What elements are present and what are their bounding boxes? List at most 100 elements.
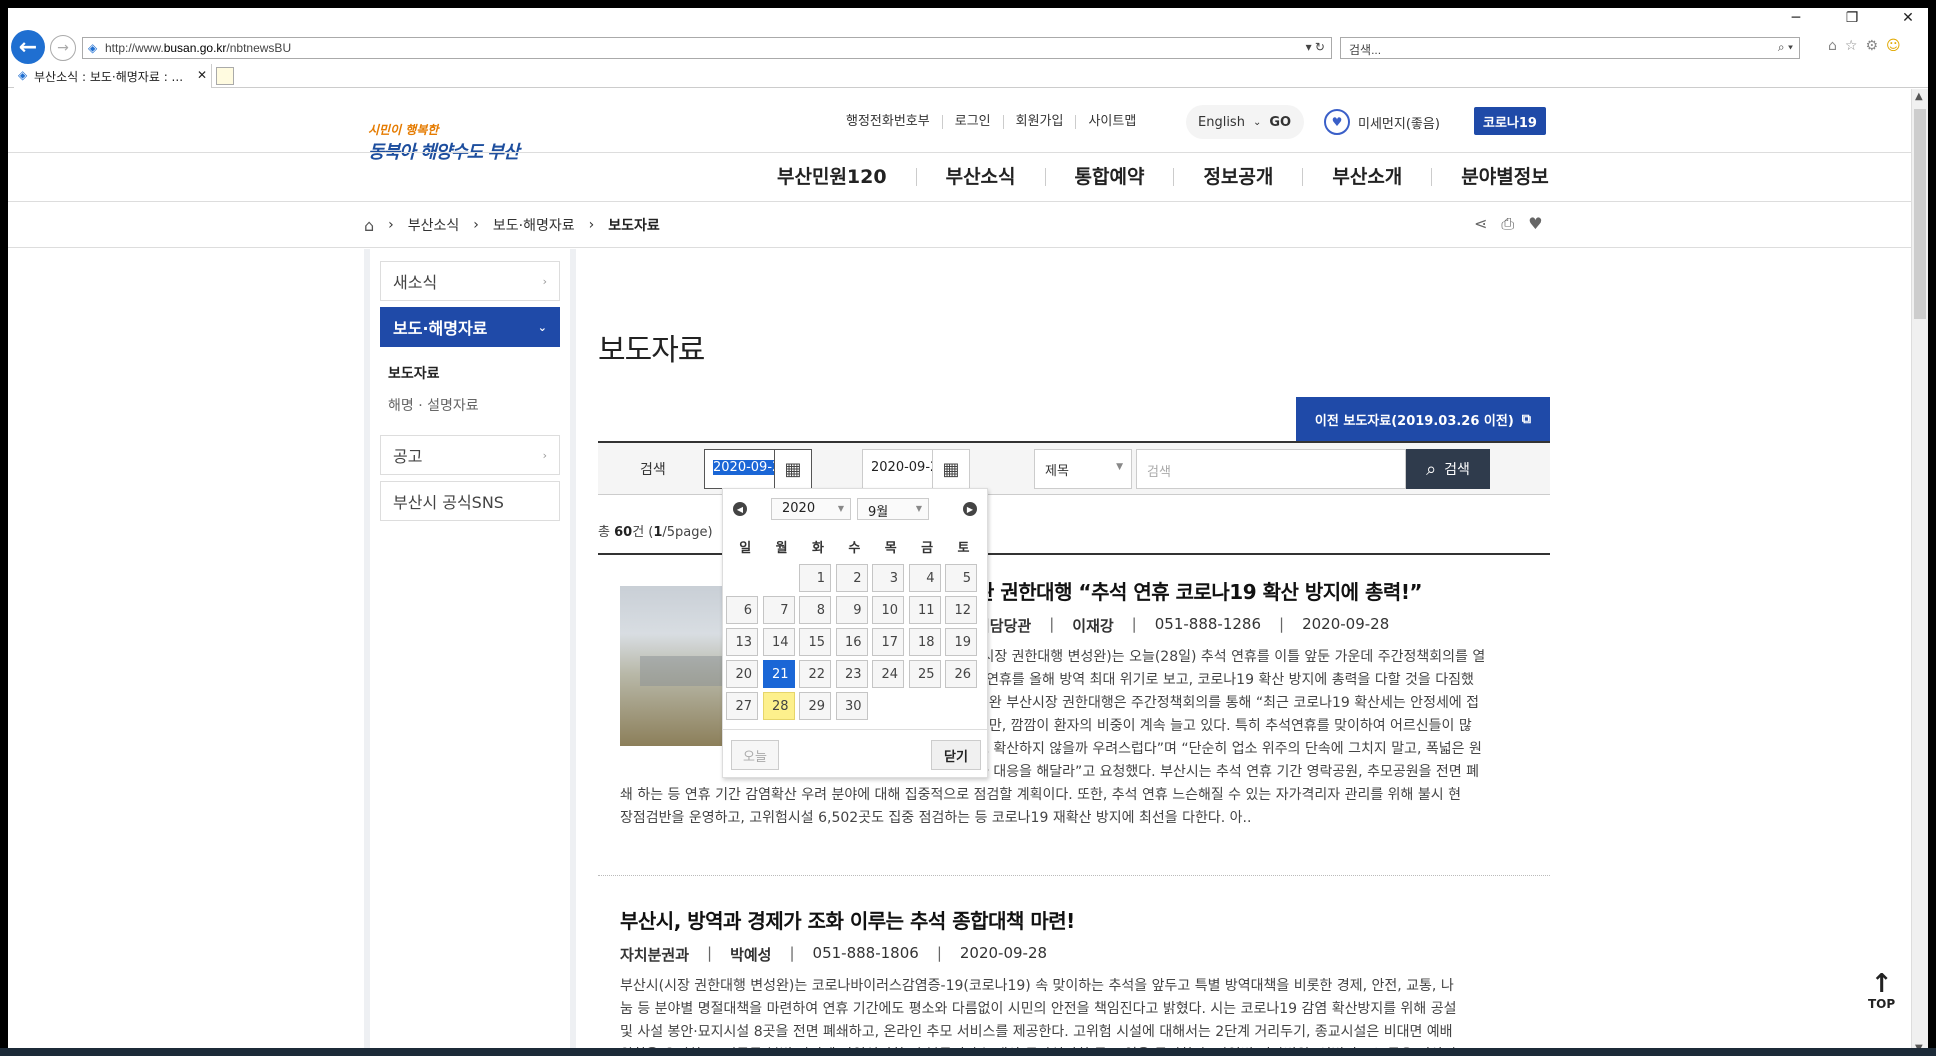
- article-title[interactable]: 부산시, 방역과 경제가 조화 이루는 추석 종합대책 마련!: [620, 905, 1550, 934]
- day-cell[interactable]: 17: [872, 628, 904, 656]
- day-cell[interactable]: 27: [726, 692, 758, 720]
- day-cell[interactable]: 15: [799, 628, 831, 656]
- util-login-link[interactable]: 로그인: [943, 115, 1004, 129]
- lnb-sub-press[interactable]: 보도자료: [380, 353, 560, 389]
- tab-close-icon[interactable]: ✕: [197, 68, 207, 82]
- print-icon[interactable]: ⎙: [1501, 214, 1514, 234]
- day-cell[interactable]: 4: [908, 564, 941, 592]
- day-cell[interactable]: 14: [762, 628, 795, 656]
- browser-search-field[interactable]: 검색... ⌕ ▾: [1340, 37, 1800, 59]
- next-month-icon[interactable]: ▶: [963, 502, 977, 516]
- search-icon[interactable]: ⌕ ▾: [1778, 40, 1793, 55]
- smiley-feedback-icon[interactable]: ☺: [1886, 38, 1901, 54]
- util-join-link[interactable]: 회원가입: [1004, 115, 1077, 129]
- calendar-icon[interactable]: ▦: [774, 449, 812, 489]
- tab-favicon-icon: ◈: [18, 68, 28, 82]
- lnb-notice[interactable]: 공고 ›: [380, 435, 560, 475]
- day-cell[interactable]: 29: [799, 692, 831, 720]
- lnb-sub-explain[interactable]: 해명 · 설명자료: [380, 389, 560, 421]
- lnb-press-group-label: 보도·해명자료: [393, 319, 488, 338]
- prev-month-icon[interactable]: ◀: [733, 502, 747, 516]
- new-tab-button[interactable]: [216, 67, 234, 85]
- article-title[interactable]: 완 권한대행 “추석 연휴 코로나19 확산 방지에 총력!”: [976, 576, 1550, 605]
- search-button[interactable]: ⌕ 검색: [1406, 449, 1490, 489]
- old-press-button[interactable]: 이전 보도자료(2019.03.26 이전) ⧉: [1296, 397, 1550, 441]
- scroll-up-icon[interactable]: ▲: [1915, 91, 1923, 102]
- home-icon[interactable]: ⌂: [1828, 38, 1837, 54]
- day-cell[interactable]: 10: [872, 596, 904, 624]
- close-button[interactable]: 닫기: [931, 740, 981, 770]
- arrow-up-icon: ↑: [1870, 969, 1893, 999]
- year-select[interactable]: 2020 ▼: [771, 498, 851, 520]
- day-cell[interactable]: 19: [945, 628, 977, 656]
- home-icon[interactable]: ⌂: [364, 216, 374, 235]
- day-cell[interactable]: 20: [726, 660, 758, 688]
- day-cell[interactable]: 2: [835, 564, 868, 592]
- fine-dust-status[interactable]: ♥ 미세먼지(좋음): [1324, 109, 1440, 135]
- favorites-star-icon[interactable]: ☆: [1845, 38, 1858, 54]
- day-cell[interactable]: 6: [726, 596, 758, 624]
- gnb-about-busan[interactable]: 부산소개: [1303, 168, 1433, 187]
- article-meta: 획담당관 | 이재강 | 051-888-1286 | 2020-09-28: [976, 615, 1390, 635]
- day-cell[interactable]: 28: [762, 692, 795, 720]
- gnb-civil-120[interactable]: 부산민원120: [748, 168, 917, 187]
- util-phonebook-link[interactable]: 행정전화번호부: [834, 115, 943, 129]
- day-cell[interactable]: 5: [945, 564, 977, 592]
- day-cell[interactable]: 7: [762, 596, 795, 624]
- lnb-news[interactable]: 새소식 ›: [380, 261, 560, 301]
- minimize-icon[interactable]: ─: [1786, 10, 1806, 26]
- day-cell[interactable]: 26: [945, 660, 977, 688]
- gnb-field-info[interactable]: 분야별정보: [1432, 168, 1577, 187]
- page-scrollbar[interactable]: ▲▼: [1911, 89, 1928, 1056]
- forward-button[interactable]: →: [50, 35, 76, 61]
- article-meta: 자치분권과 | 박예성 | 051-888-1806 | 2020-09-28: [620, 944, 1048, 964]
- day-cell[interactable]: 3: [872, 564, 904, 592]
- day-cell[interactable]: 30: [835, 692, 868, 720]
- breadcrumb-press-group[interactable]: 보도·해명자료: [493, 215, 575, 235]
- browser-tab[interactable]: ◈ 부산소식 : 보도·해명자료 : ... ✕: [14, 64, 212, 88]
- gnb-info-disclosure[interactable]: 정보공개: [1174, 168, 1304, 187]
- month-value: 9월: [868, 505, 889, 520]
- covid19-button[interactable]: 코로나19: [1474, 107, 1546, 135]
- gnb-busan-news[interactable]: 부산소식: [917, 168, 1046, 187]
- share-icon[interactable]: ⋖: [1474, 214, 1487, 234]
- lnb-press-group[interactable]: 보도·해명자료 ⌄: [380, 307, 560, 347]
- language-select[interactable]: English ⌄ GO: [1186, 105, 1304, 139]
- day-cell[interactable]: 24: [872, 660, 904, 688]
- settings-gear-icon[interactable]: ⚙: [1865, 38, 1878, 54]
- day-cell[interactable]: 12: [945, 596, 977, 624]
- refresh-icon[interactable]: ▾ ↻: [1306, 40, 1325, 54]
- scroll-thumb[interactable]: [1914, 109, 1926, 319]
- calendar-icon[interactable]: ▦: [932, 449, 970, 489]
- month-select[interactable]: 9월 ▼: [857, 498, 929, 520]
- day-cell[interactable]: 8: [799, 596, 831, 624]
- day-cell[interactable]: 9: [835, 596, 868, 624]
- article-person: 이재강: [1072, 617, 1114, 635]
- lnb-sns[interactable]: 부산시 공식SNS: [380, 481, 560, 521]
- day-cell[interactable]: 16: [835, 628, 868, 656]
- maximize-icon[interactable]: ❐: [1842, 10, 1862, 26]
- day-cell[interactable]: 25: [908, 660, 941, 688]
- day-cell[interactable]: 22: [799, 660, 831, 688]
- day-cell[interactable]: 11: [908, 596, 941, 624]
- keyword-input[interactable]: 검색: [1136, 449, 1406, 489]
- search-field-select[interactable]: 제목 ▼: [1034, 449, 1132, 489]
- day-cell[interactable]: 18: [908, 628, 941, 656]
- day-cell[interactable]: 21: [762, 660, 795, 688]
- external-link-icon: ⧉: [1521, 411, 1532, 427]
- address-bar-area: ─ ❐ ✕ ← → ◈ http://www.busan.go.kr/nbtne…: [8, 8, 1928, 64]
- util-sitemap-link[interactable]: 사이트맵: [1076, 115, 1148, 129]
- today-button[interactable]: 오늘: [731, 740, 779, 770]
- breadcrumb-news[interactable]: 부산소식: [408, 215, 460, 235]
- day-cell[interactable]: 13: [726, 628, 758, 656]
- language-go-button[interactable]: GO: [1269, 115, 1291, 130]
- day-cell[interactable]: 1: [799, 564, 831, 592]
- favorite-heart-icon[interactable]: ♥: [1528, 214, 1542, 234]
- day-cell[interactable]: 23: [835, 660, 868, 688]
- weekday-label: 화: [811, 541, 824, 556]
- scroll-top-button[interactable]: ↑ TOP: [1868, 971, 1895, 1011]
- gnb-reservation[interactable]: 통합예약: [1046, 168, 1175, 187]
- url-field[interactable]: ◈ http://www.busan.go.kr/nbtnewsBU ▾ ↻: [82, 37, 1332, 59]
- close-window-icon[interactable]: ✕: [1898, 10, 1918, 26]
- back-button[interactable]: ←: [11, 30, 45, 64]
